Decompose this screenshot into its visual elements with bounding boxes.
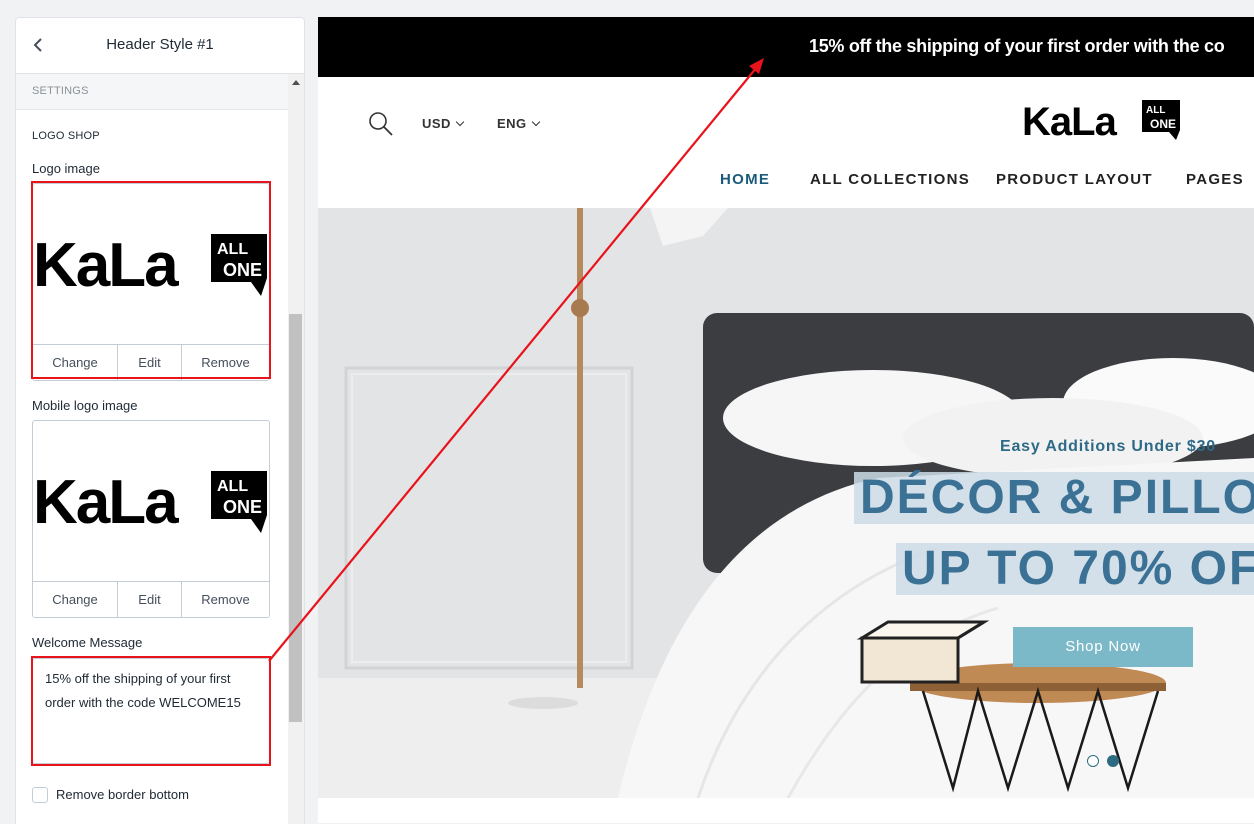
logo-edit-button[interactable]: Edit <box>118 345 182 380</box>
mobile-logo-edit-button[interactable]: Edit <box>118 582 182 617</box>
search-icon[interactable] <box>368 111 394 137</box>
panel-title: Header Style #1 <box>106 36 214 53</box>
logo-image-actions: Change Edit Remove <box>33 344 269 380</box>
svg-text:ALL: ALL <box>1146 105 1165 116</box>
remove-border-bottom-checkbox[interactable] <box>32 787 48 803</box>
announcement-text: 15% off the shipping of your first order… <box>809 36 1225 56</box>
store-header: USD ENG KaLa ALL ONE HOME ALL COLLECTION… <box>318 77 1254 208</box>
svg-text:ALL: ALL <box>217 478 248 495</box>
hero-slideshow: Easy Additions Under $30 DÉCOR & PILLO U… <box>318 208 1254 798</box>
mobile-logo-change-button[interactable]: Change <box>33 582 118 617</box>
svg-text:KaLa: KaLa <box>1022 100 1118 144</box>
slide-dot-2[interactable] <box>1107 755 1119 767</box>
panel-header: Header Style #1 <box>16 18 304 74</box>
mobile-logo-remove-button[interactable]: Remove <box>182 582 269 617</box>
chevron-down-icon <box>531 117 540 127</box>
welcome-message-value: 15% off the shipping of your first order… <box>45 671 241 710</box>
hero-title-line1: DÉCOR & PILLO <box>854 472 1254 524</box>
hero-title-line2: UP TO 70% OF <box>896 543 1254 595</box>
announcement-bar: 15% off the shipping of your first order… <box>318 17 1254 77</box>
welcome-message-textarea[interactable]: 15% off the shipping of your first order… <box>32 658 270 764</box>
chevron-down-icon <box>455 117 465 127</box>
mobile-logo-image-actions: Change Edit Remove <box>33 581 269 617</box>
slide-dot-1[interactable] <box>1087 755 1099 767</box>
logo-remove-button[interactable]: Remove <box>182 345 269 380</box>
welcome-message-label: Welcome Message <box>32 635 143 650</box>
kala-logo-icon: KaLa ALL ONE <box>33 231 267 300</box>
scrollbar[interactable] <box>288 74 304 824</box>
scrollbar-thumb[interactable] <box>289 314 302 722</box>
language-selector[interactable]: ENG <box>497 116 540 131</box>
theme-settings-panel: Header Style #1 SETTINGS LOGO SHOP Logo … <box>15 17 305 824</box>
language-value: ENG <box>497 116 527 131</box>
currency-value: USD <box>422 116 451 131</box>
remove-border-bottom-label: Remove border bottom <box>56 787 189 802</box>
settings-label: SETTINGS <box>32 85 89 97</box>
nav-product-layout[interactable]: PRODUCT LAYOUT <box>996 171 1153 188</box>
svg-text:ONE: ONE <box>1150 117 1176 131</box>
nav-home[interactable]: HOME <box>720 171 770 188</box>
logo-image-picker: KaLa ALL ONE Change Edit Remove <box>32 183 270 381</box>
currency-selector[interactable]: USD <box>422 116 465 131</box>
svg-text:ALL: ALL <box>217 241 248 258</box>
svg-text:KaLa: KaLa <box>33 468 179 537</box>
svg-text:ONE: ONE <box>223 497 262 517</box>
hero-subtitle: Easy Additions Under $30 <box>1000 438 1216 455</box>
scroll-up-arrow-icon[interactable] <box>292 80 300 85</box>
logo-image-preview[interactable]: KaLa ALL ONE <box>33 184 269 344</box>
nav-all-collections[interactable]: ALL COLLECTIONS <box>810 171 970 188</box>
nav-pages[interactable]: PAGES <box>1186 171 1244 188</box>
logo-change-button[interactable]: Change <box>33 345 118 380</box>
mobile-logo-image-picker: KaLa ALL ONE Change Edit Remove <box>32 420 270 618</box>
svg-text:KaLa: KaLa <box>33 231 179 300</box>
mobile-logo-image-label: Mobile logo image <box>32 398 138 413</box>
section-title-logo-shop: LOGO SHOP <box>32 130 100 142</box>
settings-bar: SETTINGS <box>16 74 288 110</box>
shop-now-button[interactable]: Shop Now <box>1013 627 1193 667</box>
kala-mobile-logo-icon: KaLa ALL ONE <box>33 468 267 537</box>
mobile-logo-image-preview[interactable]: KaLa ALL ONE <box>33 421 269 581</box>
store-preview: 15% off the shipping of your first order… <box>318 17 1254 823</box>
svg-text:ONE: ONE <box>223 260 262 280</box>
store-logo[interactable]: KaLa ALL ONE <box>1022 98 1182 144</box>
logo-image-label: Logo image <box>32 161 100 176</box>
